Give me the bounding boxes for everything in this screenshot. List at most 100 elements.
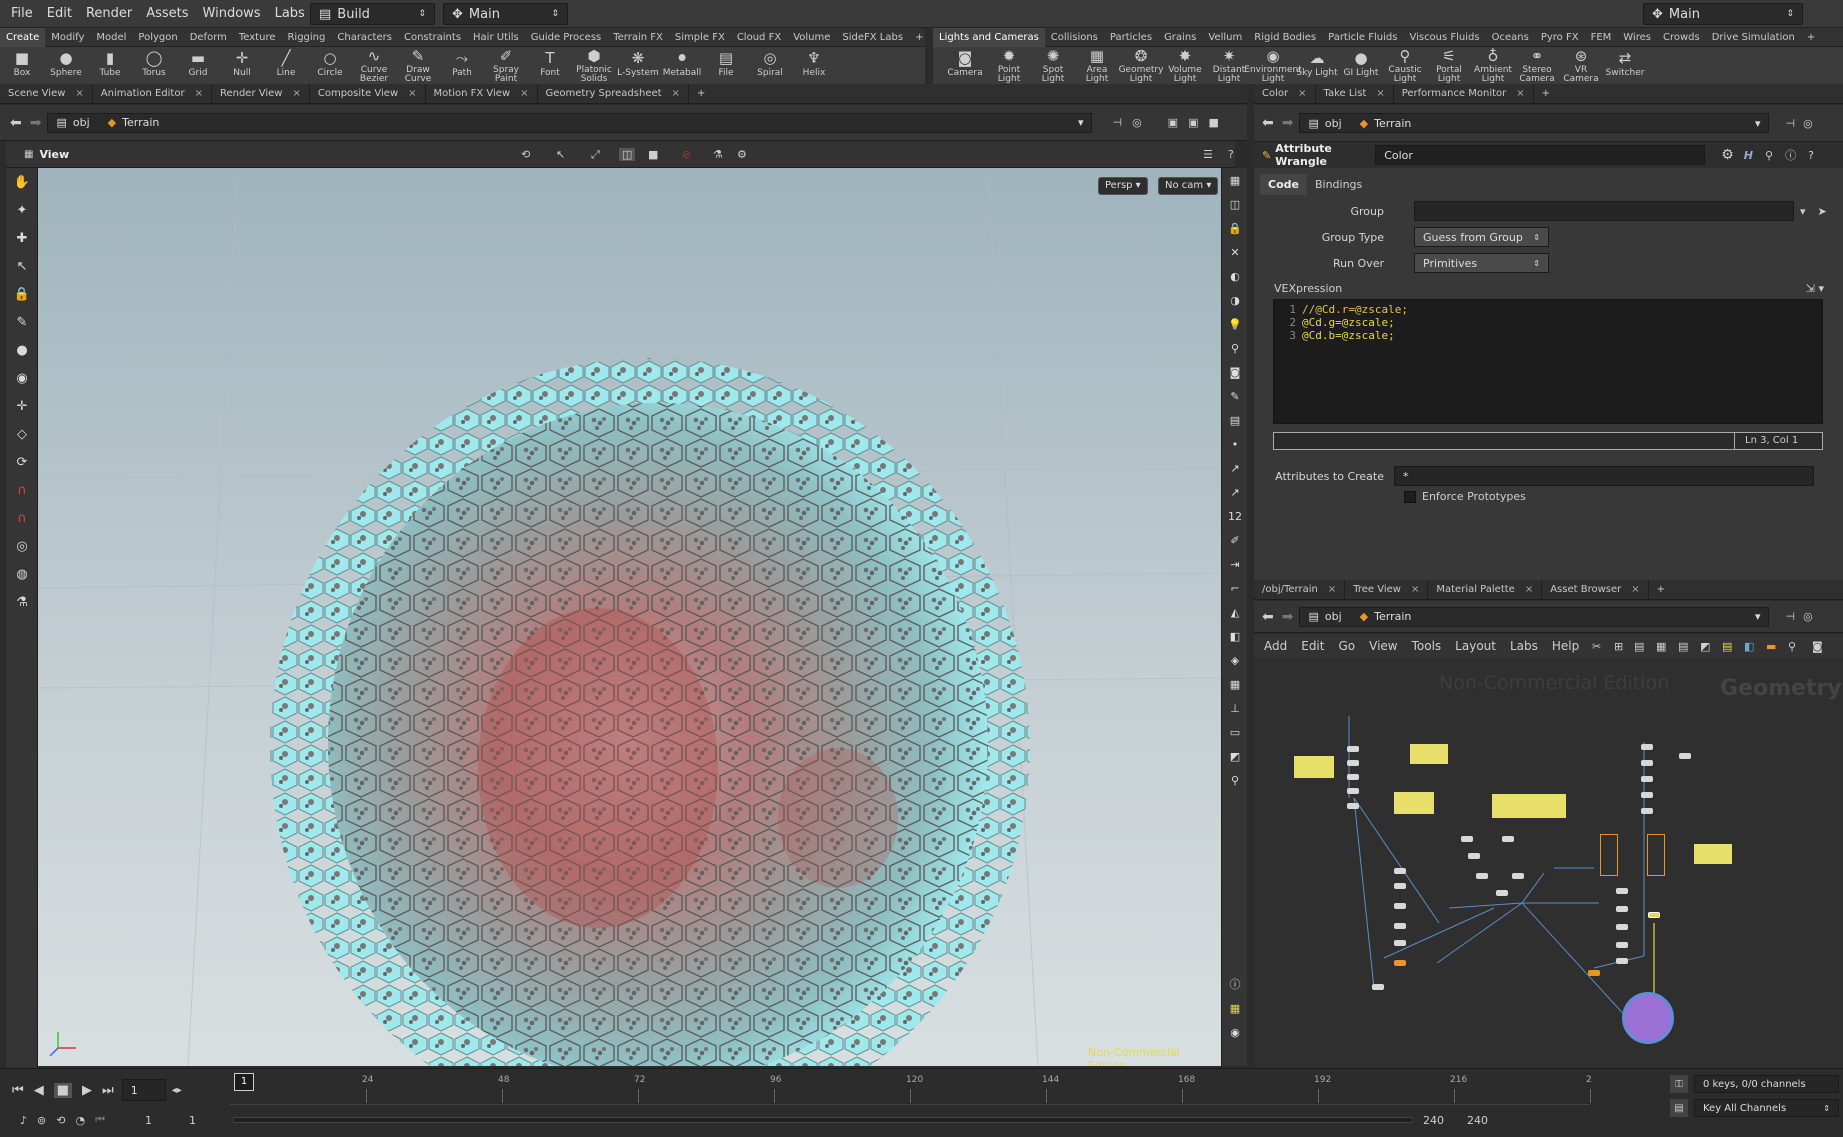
pane-tab-material-palette[interactable]: Material Palette × [1428, 579, 1543, 600]
shelf-tab-pyro-fx[interactable]: Pyro FX [1535, 28, 1585, 47]
pin-icon[interactable]: ⊣ [1785, 117, 1795, 130]
shading-icon[interactable]: ◐ [1222, 264, 1248, 288]
node[interactable] [1461, 836, 1473, 842]
frame-marker[interactable]: 1 [234, 1073, 254, 1091]
shelf-tool-file[interactable]: ▤ File [704, 47, 748, 84]
net-menu-add[interactable]: Add [1264, 639, 1287, 653]
shelf-tab-terrain-fx[interactable]: Terrain FX [607, 28, 669, 47]
pane-tab-color[interactable]: Color × [1254, 83, 1316, 104]
table-icon[interactable]: ▤ [1678, 640, 1688, 653]
crumb-obj[interactable]: obj [1325, 117, 1342, 130]
bg-icon[interactable]: ◧ [1222, 624, 1248, 648]
shelf-tool-font[interactable]: T Font [528, 47, 572, 84]
shelf-tool-platonic-solids[interactable]: ⬢ Platonic Solids [572, 47, 616, 84]
close-icon[interactable]: × [1525, 584, 1533, 595]
shelf-tool-camera[interactable]: ◙ Camera [943, 47, 987, 84]
paint-icon[interactable]: ✎ [6, 308, 38, 336]
shelf-tool-spray-paint[interactable]: ✐ Spray Paint [484, 47, 528, 84]
node[interactable] [1641, 744, 1653, 750]
shelf-tab-hair-utils[interactable]: Hair Utils [467, 28, 525, 47]
add-tab-icon[interactable]: + [1534, 84, 1558, 104]
shelf-tool-ambient-light[interactable]: ♁ Ambient Light [1471, 47, 1515, 84]
menu-edit[interactable]: Edit [40, 0, 79, 28]
lock-icon[interactable]: 🔒 [6, 280, 38, 308]
shelf-tool-volume-light[interactable]: ✸ Volume Light [1163, 47, 1207, 84]
lock-view-icon[interactable]: 🔒 [1222, 216, 1248, 240]
record-icon[interactable]: ⊘ [682, 148, 691, 161]
crumb-obj[interactable]: obj [73, 116, 90, 129]
scene-icon[interactable]: ◭ [1222, 600, 1248, 624]
orange-node[interactable] [1588, 970, 1600, 976]
node[interactable] [1347, 803, 1359, 809]
pin-view-icon[interactable]: ⚲ [1222, 768, 1248, 792]
realtime-icon[interactable]: ⊚ [37, 1114, 46, 1127]
arrow-select-icon[interactable]: ➤ [1818, 205, 1827, 218]
close-icon[interactable]: × [408, 88, 416, 99]
key-channel-icon[interactable]: ▤ [1670, 1099, 1688, 1117]
close-icon[interactable]: × [1631, 584, 1639, 595]
net-menu-layout[interactable]: Layout [1455, 639, 1496, 653]
move-tool-icon[interactable]: ✛ [6, 392, 38, 420]
3d-viewport[interactable]: Persp ▾ No cam ▾ Non-Commercial Edition [38, 168, 1221, 1066]
node-name-field[interactable]: Color [1375, 145, 1706, 165]
shelf-tab-oceans[interactable]: Oceans [1486, 28, 1535, 47]
node[interactable] [1394, 940, 1406, 946]
loop-icon[interactable]: ⟲ [56, 1114, 65, 1127]
last-frame-icon[interactable]: ⏭ [102, 1083, 114, 1098]
pin-icon[interactable]: ⊣ [1112, 116, 1122, 129]
pane-tab-asset-browser[interactable]: Asset Browser × [1542, 579, 1649, 600]
camera-tool-icon[interactable]: ⚗ [6, 588, 38, 616]
tab-bindings[interactable]: Bindings [1307, 174, 1370, 195]
key-channels-dropdown[interactable]: Key All Channels ⇕ [1694, 1099, 1839, 1117]
photo-icon[interactable]: ◩ [1222, 744, 1248, 768]
node[interactable] [1616, 888, 1628, 894]
audio-icon[interactable]: ♪ [20, 1114, 27, 1127]
orange-node-group[interactable] [1600, 834, 1618, 876]
pin-icon[interactable]: ⊣ [1785, 610, 1795, 623]
pane-tab-composite-view[interactable]: Composite View × [310, 83, 426, 104]
shelf-tab-texture[interactable]: Texture [233, 28, 282, 47]
right-desktop-select[interactable]: ✥ Main ⇕ [1643, 3, 1803, 25]
enforce-checkbox[interactable] [1404, 490, 1416, 503]
back-arrow-icon[interactable]: ⬅ [1262, 609, 1274, 625]
shelf-tab-grains[interactable]: Grains [1158, 28, 1202, 47]
display-options-icon[interactable]: ☰ [1203, 148, 1213, 161]
forward-arrow-icon[interactable]: ➡ [1282, 609, 1294, 625]
shelf-tool-spiral[interactable]: ◎ Spiral [748, 47, 792, 84]
node[interactable] [1616, 924, 1628, 930]
node[interactable] [1468, 853, 1480, 859]
node[interactable] [1347, 746, 1359, 752]
pane-tab-scene-view[interactable]: Scene View × [0, 83, 93, 104]
shelf-tab-viscous-fluids[interactable]: Viscous Fluids [1403, 28, 1485, 47]
shelf-tool-line[interactable]: ╱ Line [264, 47, 308, 84]
crumb-terrain[interactable]: Terrain [1374, 610, 1411, 623]
shelf-tool-curve-bezier[interactable]: ∿ Curve Bezier [352, 47, 396, 84]
crumb-terrain[interactable]: Terrain [1374, 117, 1411, 130]
layout2-icon[interactable]: ▣ [1188, 116, 1198, 129]
pane-tab-motion-fx-view[interactable]: Motion FX View × [426, 83, 538, 104]
pane-tab-render-view[interactable]: Render View × [212, 83, 310, 104]
shelf-tool-metaball[interactable]: ⚫ Metaball [660, 47, 704, 84]
chevron-down-icon[interactable]: ▾ [1800, 205, 1806, 218]
shelf-tool-grid[interactable]: ▬ Grid [176, 47, 220, 84]
xray-icon[interactable]: ✕ [1222, 240, 1248, 264]
info-icon[interactable]: ⓘ [1785, 147, 1796, 163]
grid-view-icon[interactable]: ▦ [1656, 640, 1666, 653]
shelf-tab-rigging[interactable]: Rigging [281, 28, 331, 47]
network-editor[interactable]: Non-Commercial Edition Geometry [1254, 658, 1843, 1068]
close-icon[interactable]: × [520, 88, 528, 99]
folder2-icon[interactable]: ▬ [1766, 640, 1776, 653]
orbit-icon[interactable]: ◍ [6, 560, 38, 588]
net-menu-tools[interactable]: Tools [1412, 639, 1442, 653]
range-start[interactable]: 1 [145, 1114, 189, 1127]
shelf-tab-fem[interactable]: FEM [1585, 28, 1618, 47]
render-icon[interactable]: ⚙ [737, 148, 747, 161]
node[interactable] [1347, 788, 1359, 794]
display-node[interactable] [1622, 992, 1674, 1044]
attrs-field[interactable]: * [1394, 466, 1814, 486]
pose-icon[interactable]: ✚ [6, 224, 38, 252]
node[interactable] [1372, 984, 1384, 990]
note-icon[interactable]: ▤ [1722, 640, 1732, 653]
path-crumb[interactable]: ▤ obj ◆ Terrain ▾ [47, 112, 1093, 133]
viewport-scene[interactable] [38, 168, 1221, 1066]
